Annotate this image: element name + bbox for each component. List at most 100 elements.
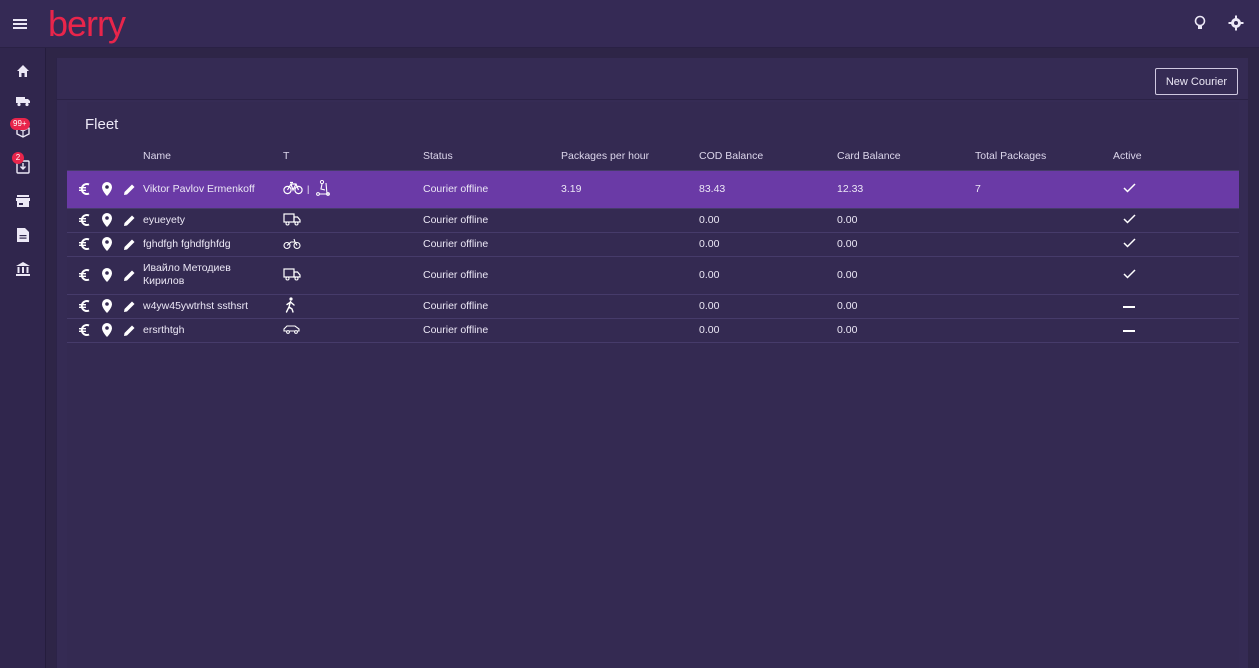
packages-per-hour [561, 208, 699, 233]
fleet-card: Fleet Name T Status Packages per hour CO… [67, 102, 1239, 668]
row-actions [67, 170, 143, 209]
imports-badge: 2 [12, 152, 24, 164]
card-balance: 0.00 [837, 232, 975, 257]
row-actions [67, 318, 143, 343]
row-actions [67, 232, 143, 257]
col-total-packages[interactable]: Total Packages [975, 142, 1113, 171]
bicycle-icon [283, 181, 303, 198]
walking-icon [283, 296, 297, 316]
euro-icon[interactable] [77, 212, 93, 228]
sidebar-item-imports[interactable]: 2 [0, 152, 46, 180]
transport-type [283, 318, 423, 343]
transport-type [283, 256, 423, 295]
location-pin-icon[interactable] [99, 181, 115, 197]
table-row[interactable]: w4yw45ywtrhst ssthsrt Courier offline 0.00… [67, 294, 1239, 319]
edit-icon[interactable] [121, 236, 137, 252]
sidebar-item-packages[interactable]: 99+ [0, 118, 46, 144]
active-indicator[interactable] [1113, 294, 1239, 319]
edit-icon[interactable] [121, 298, 137, 314]
motorbike-icon [283, 236, 301, 253]
euro-icon[interactable] [77, 322, 93, 338]
active-indicator[interactable] [1113, 232, 1239, 257]
courier-name: Viktor Pavlov Ermenkoff [143, 170, 283, 209]
edit-icon[interactable] [121, 322, 137, 338]
main-toolbar: New Courier [57, 58, 1248, 100]
car-icon [283, 323, 301, 338]
cod-balance: 83.43 [699, 170, 837, 209]
euro-icon[interactable] [77, 236, 93, 252]
location-pin-icon[interactable] [99, 267, 115, 283]
menu-icon[interactable] [0, 0, 40, 48]
cod-balance: 0.00 [699, 208, 837, 233]
table-row[interactable]: eyueyety Courier offline 0.00 0.00 [67, 208, 1239, 233]
location-pin-icon[interactable] [99, 322, 115, 338]
scooter-icon [313, 179, 331, 199]
euro-icon[interactable] [77, 181, 93, 197]
col-active[interactable]: Active [1113, 142, 1239, 171]
total-packages [975, 294, 1113, 319]
active-indicator[interactable] [1113, 170, 1239, 209]
active-indicator[interactable] [1113, 208, 1239, 233]
col-status[interactable]: Status [423, 142, 561, 171]
dash-icon [1113, 324, 1135, 336]
col-name[interactable]: Name [143, 142, 283, 171]
page-title: Fleet [85, 116, 119, 133]
col-transport[interactable]: T [283, 142, 423, 171]
total-packages [975, 318, 1113, 343]
courier-name: fghdfgh fghdfghfdg [143, 232, 283, 257]
courier-status: Courier offline [423, 318, 561, 343]
sidebar-item-bank[interactable] [0, 256, 46, 282]
transport-type: | [283, 170, 423, 209]
euro-icon[interactable] [77, 267, 93, 283]
lightbulb-icon[interactable] [1191, 14, 1209, 32]
col-card-balance[interactable]: Card Balance [837, 142, 975, 171]
table-row[interactable]: Ивайло Методиев Кирилов Courier offline 0.… [67, 256, 1239, 295]
gear-icon[interactable] [1227, 14, 1245, 32]
edit-icon[interactable] [121, 212, 137, 228]
location-pin-icon[interactable] [99, 298, 115, 314]
bank-icon [16, 262, 30, 276]
row-actions [67, 208, 143, 233]
sidebar-item-home[interactable] [0, 58, 46, 84]
col-packages-per-hour[interactable]: Packages per hour [561, 142, 699, 171]
row-actions [67, 256, 143, 295]
app-logo[interactable]: berry [48, 0, 126, 48]
location-pin-icon[interactable] [99, 212, 115, 228]
courier-status: Courier offline [423, 208, 561, 233]
check-icon [1113, 182, 1136, 196]
cod-balance: 0.00 [699, 232, 837, 257]
edit-icon[interactable] [121, 181, 137, 197]
packages-per-hour: 3.19 [561, 170, 699, 209]
courier-status: Courier offline [423, 256, 561, 295]
card-balance: 0.00 [837, 294, 975, 319]
truck-icon [283, 267, 301, 284]
table-row[interactable]: ersrthtgh Courier offline 0.00 0.00 [67, 318, 1239, 343]
main-content: New Courier Fleet Name T Status Packages… [56, 58, 1248, 668]
sidebar-item-stores[interactable] [0, 188, 46, 214]
sidebar-item-deliveries[interactable] [0, 88, 46, 114]
euro-icon[interactable] [77, 298, 93, 314]
check-icon [1113, 213, 1136, 227]
packages-per-hour [561, 318, 699, 343]
courier-status: Courier offline [423, 232, 561, 257]
packages-badge: 99+ [10, 118, 30, 130]
active-indicator[interactable] [1113, 318, 1239, 343]
sidebar: 99+ 2 [0, 48, 46, 668]
col-cod-balance[interactable]: COD Balance [699, 142, 837, 171]
edit-icon[interactable] [121, 267, 137, 283]
transport-type [283, 294, 423, 319]
top-app-bar: berry [0, 0, 1259, 48]
table-row[interactable]: fghdfgh fghdfghfdg Courier offline 0.00 0.0… [67, 232, 1239, 257]
truck-icon [16, 97, 30, 107]
cod-balance: 0.00 [699, 294, 837, 319]
location-pin-icon[interactable] [99, 236, 115, 252]
total-packages [975, 256, 1113, 295]
courier-name: w4yw45ywtrhst ssthsrt [143, 294, 283, 319]
new-courier-button[interactable]: New Courier [1154, 68, 1238, 95]
packages-per-hour [561, 294, 699, 319]
active-indicator[interactable] [1113, 256, 1239, 295]
table-row[interactable]: Viktor Pavlov Ermenkoff | Courier offline 3… [67, 170, 1239, 209]
courier-name: eyueyety [143, 208, 283, 233]
home-icon [17, 65, 29, 77]
sidebar-item-documents[interactable] [0, 222, 46, 248]
